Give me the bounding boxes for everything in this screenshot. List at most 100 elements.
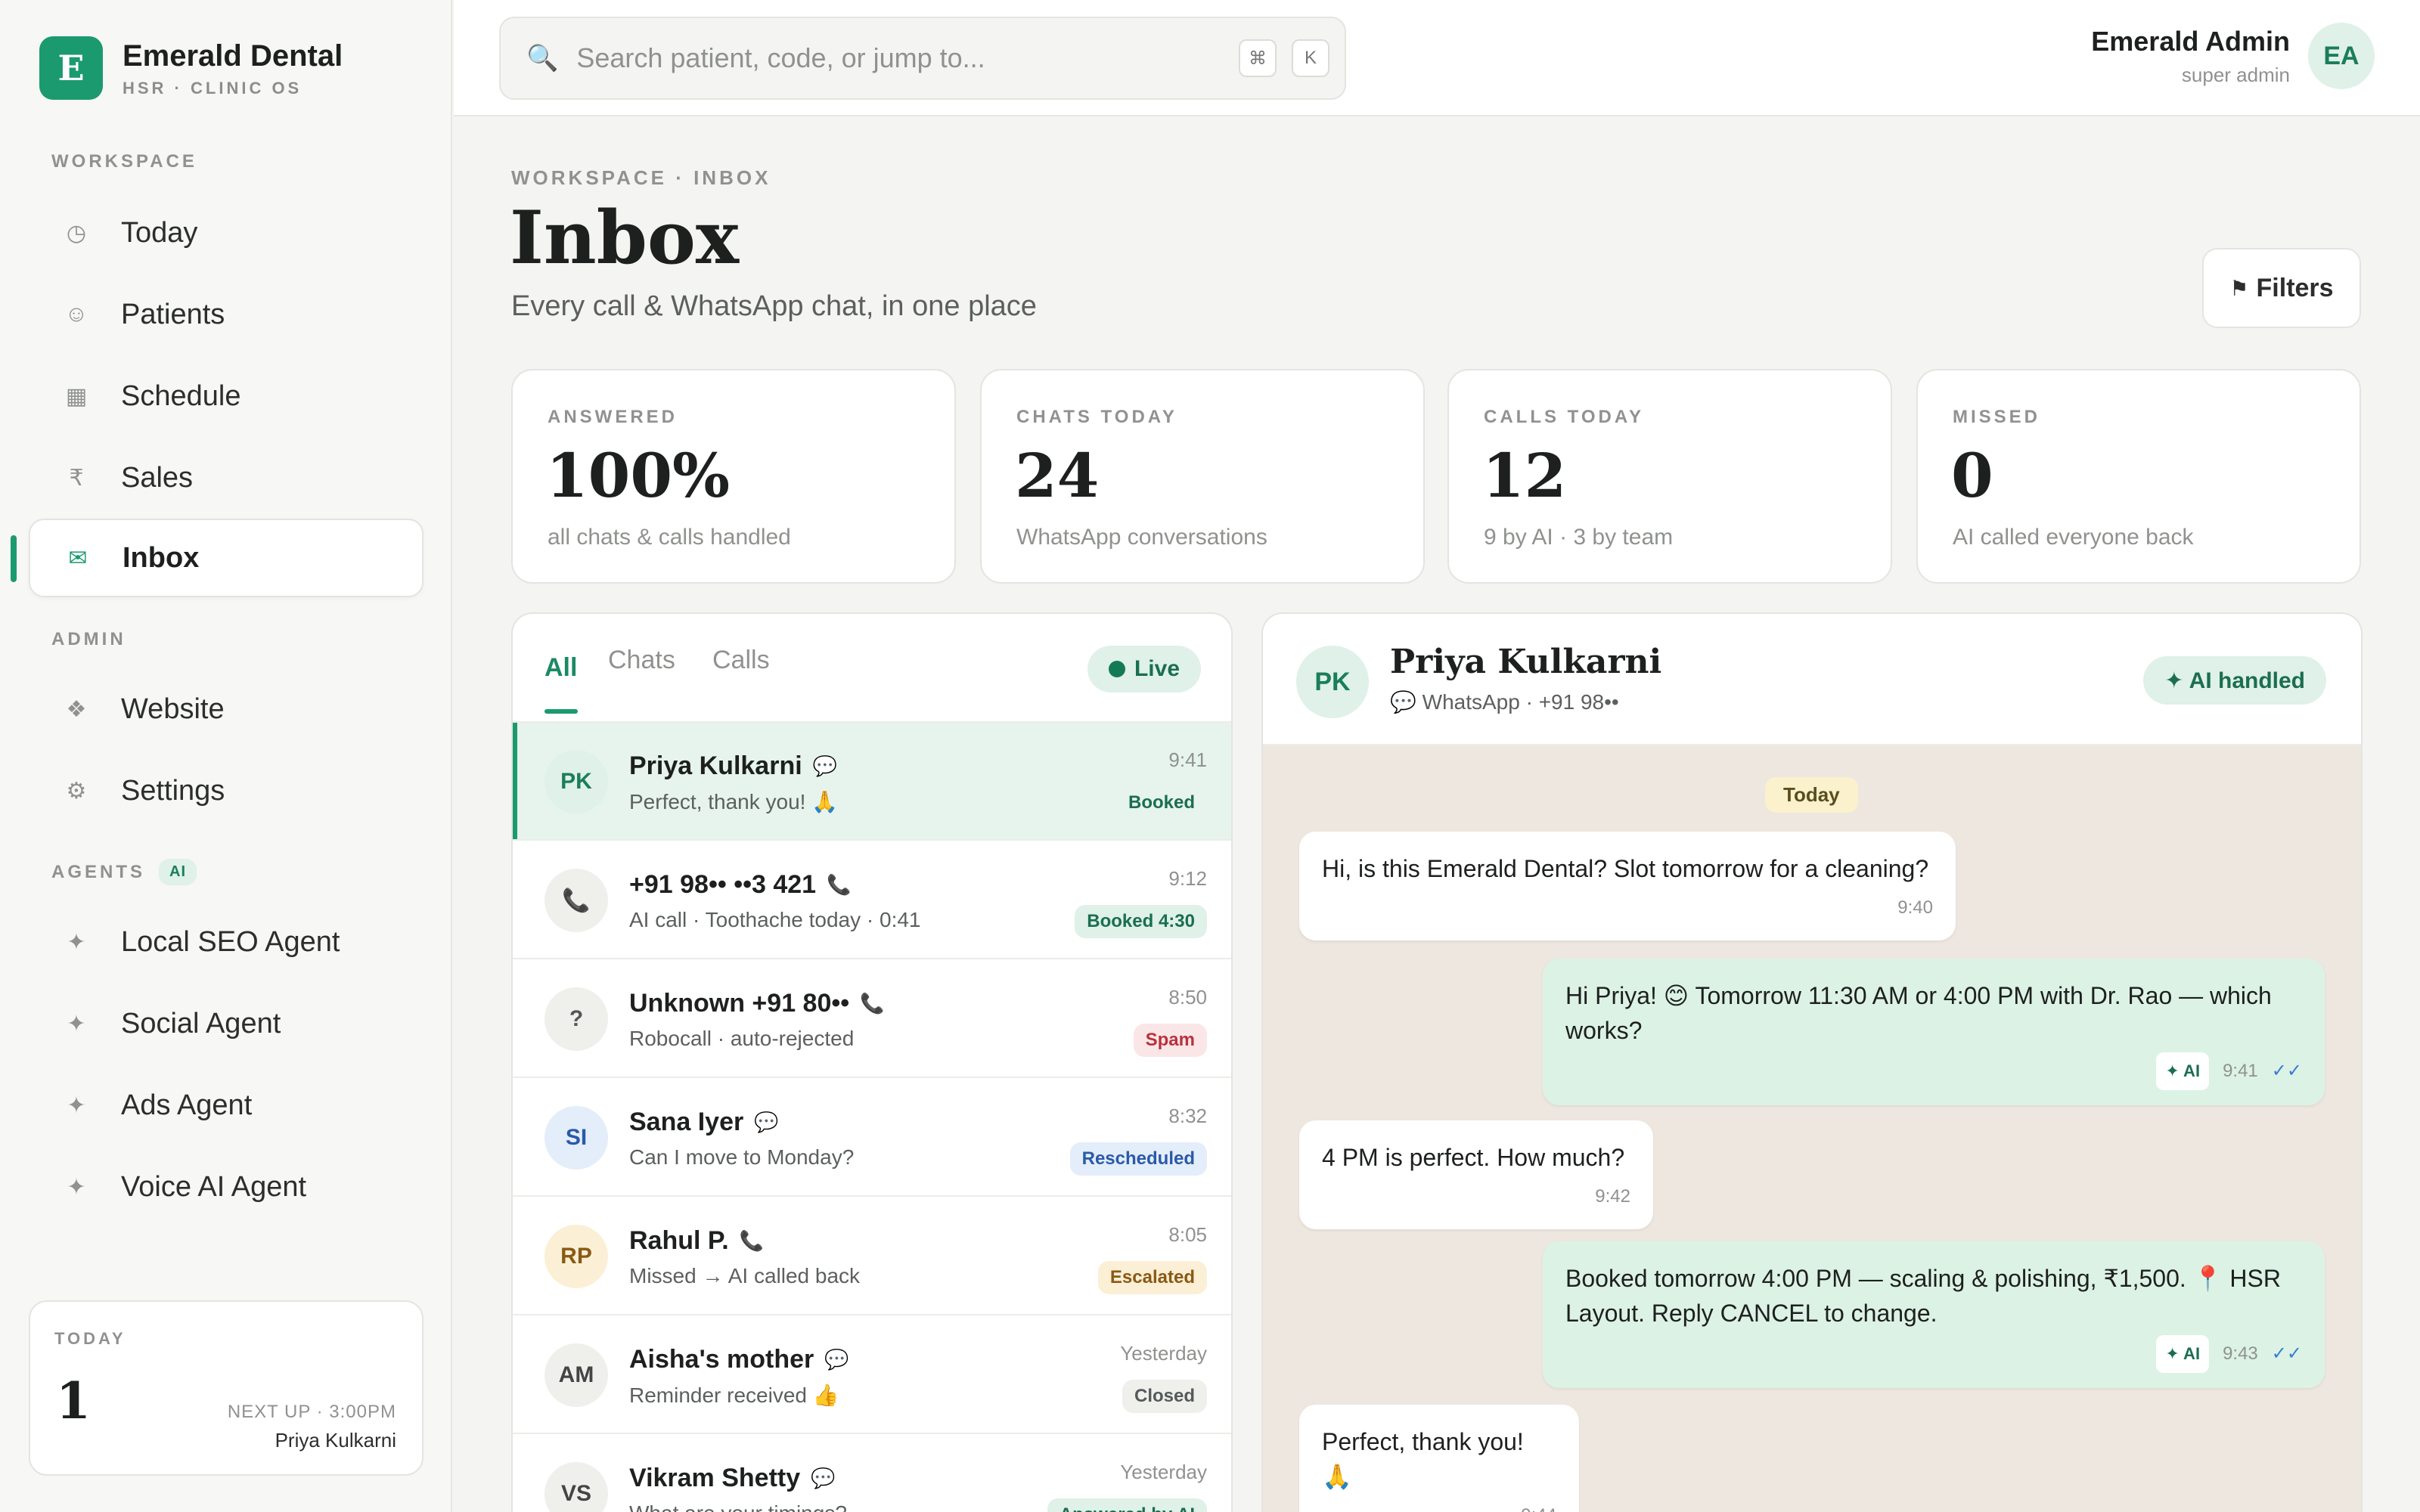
section-label-agents: AGENTS AI [51, 859, 197, 885]
avatar: PK [1296, 646, 1369, 718]
list-item[interactable]: SI Sana Iyer 💬 Can I move to Monday? 8:32 Res… [513, 1079, 1231, 1197]
sidebar-item-sales[interactable]: ₹ Sales [29, 438, 424, 517]
sidebar-item-ads-agent[interactable]: ✦ Ads Agent [29, 1066, 424, 1145]
list-item[interactable]: 📞 +91 98•• ••3 421 📞 AI call · Toothache to… [513, 841, 1231, 959]
sidebar-item-label: Voice AI Agent [121, 1170, 307, 1203]
stat-card-missed: MISSED 0 AI called everyone back [1916, 369, 2361, 584]
day-divider: Today [1765, 777, 1858, 813]
outgoing-message[interactable]: Hi Priya! 😊 Tomorrow 11:30 AM or 4:00 PM… [1543, 959, 2325, 1105]
message-time: 9:44 [1521, 1498, 1556, 1512]
brand-name: Emerald Dental [123, 39, 343, 73]
contact-name: Unknown +91 80•• 📞 [629, 989, 885, 1018]
status-badge: Rescheduled [1069, 1142, 1207, 1176]
timestamp: Yesterday [1120, 1461, 1207, 1483]
list-item[interactable]: RP Rahul P. 📞 Missed → AI called back 8:05 Es… [513, 1198, 1231, 1315]
contact-name: Aisha's mother 💬 [629, 1345, 849, 1374]
sidebar-item-voice-ai-agent[interactable]: ✦ Voice AI Agent [29, 1148, 424, 1226]
avatar[interactable]: EA [2308, 23, 2375, 89]
timestamp: 8:32 [1168, 1105, 1207, 1127]
conversation-list: All Chats Calls Live PK Priya Kulkarni 💬 Pe… [511, 612, 1233, 1512]
outgoing-message[interactable]: Booked tomorrow 4:00 PM — scaling & poli… [1543, 1241, 2325, 1388]
message-preview: Missed → AI called back [629, 1264, 861, 1287]
sidebar-item-settings[interactable]: ⚙ Settings [29, 751, 424, 830]
active-indicator [11, 535, 17, 582]
user-role: super admin [2181, 63, 2290, 86]
search-bar[interactable]: 🔍 Search patient, code, or jump to... ⌘ … [499, 17, 1346, 100]
stat-label: MISSED [1953, 407, 2041, 427]
incoming-message[interactable]: Hi, is this Emerald Dental? Slot tomorro… [1299, 832, 1956, 940]
sidebar-item-local-seo-agent[interactable]: ✦ Local SEO Agent [29, 903, 424, 981]
stat-label: CALLS TODAY [1484, 407, 1645, 427]
search-input[interactable]: Search patient, code, or jump to... [576, 42, 1239, 74]
stat-card-chats-today: CHATS TODAY 24 WhatsApp conversations [980, 369, 1425, 584]
tab-all[interactable]: All [544, 653, 577, 683]
message-preview: Reminder received 👍 [629, 1383, 839, 1407]
list-item[interactable]: PK Priya Kulkarni 💬 Perfect, thank you! 🙏 9:… [513, 723, 1231, 841]
tab-bar: All Chats Calls Live [513, 614, 1231, 723]
sidebar-item-label: Local SEO Agent [121, 925, 340, 958]
flag-icon: ⚑ [2229, 276, 2249, 300]
incoming-message[interactable]: Perfect, thank you! 🙏 9:44 [1299, 1405, 1579, 1512]
user-name: Emerald Admin [2091, 25, 2290, 57]
message-time: 9:41 [2223, 1061, 2258, 1081]
sidebar-item-inbox[interactable]: ✉ Inbox [29, 519, 424, 597]
chat-bubble-icon: 💬 [824, 1348, 849, 1371]
tab-underline [544, 709, 578, 714]
ai-handled-badge[interactable]: ✦ AI handled [2143, 656, 2326, 705]
timestamp: 8:05 [1168, 1223, 1207, 1246]
live-indicator[interactable]: Live [1087, 646, 1201, 692]
avatar: SI [544, 1106, 608, 1170]
tab-chats[interactable]: Chats [608, 646, 675, 675]
avatar: VS [544, 1462, 608, 1512]
sparkle-icon: ✦ [67, 1092, 86, 1118]
avatar: ? [544, 987, 608, 1051]
brand-logo: E [39, 36, 103, 100]
sparkle-icon: ✦ [67, 1011, 86, 1036]
sidebar-item-schedule[interactable]: ▦ Schedule [29, 357, 424, 435]
sidebar-item-label: Settings [121, 774, 225, 807]
brand[interactable]: E Emerald Dental HSR · CLINIC OS [39, 36, 343, 100]
sidebar-item-label: Social Agent [121, 1007, 281, 1040]
live-label: Live [1134, 656, 1180, 681]
sidebar-item-patients[interactable]: ☺ Patients [29, 275, 424, 354]
phone-icon: 📞 [860, 992, 885, 1015]
clock-icon: ◷ [66, 220, 87, 246]
stat-value: 0 [1951, 440, 1993, 511]
sidebar-item-label: Ads Agent [121, 1089, 253, 1121]
user-menu[interactable]: Emerald Admin super admin EA [2091, 23, 2375, 89]
chat-header: PK Priya Kulkarni 💬 WhatsApp · +91 98•• … [1263, 614, 2361, 745]
selected-indicator [513, 723, 517, 839]
list-item[interactable]: AM Aisha's mother 💬 Reminder received 👍 Yest… [513, 1316, 1231, 1434]
website-icon: ❖ [66, 696, 87, 722]
list-item[interactable]: VS Vikram Shetty 💬 What are your timings? Ye… [513, 1435, 1231, 1512]
message-preview: Can I move to Monday? [629, 1145, 855, 1169]
contact-name: Priya Kulkarni 💬 [629, 751, 837, 781]
today-card-next-name: Priya Kulkarni [275, 1429, 396, 1452]
gear-icon: ⚙ [66, 778, 87, 804]
today-card-label: TODAY [54, 1329, 126, 1348]
sidebar-item-today[interactable]: ◷ Today [29, 194, 424, 272]
ai-badge: AI [159, 859, 197, 885]
tab-calls[interactable]: Calls [712, 646, 770, 675]
today-card[interactable]: TODAY 1 NEXT UP · 3:00PM Priya Kulkarni [29, 1300, 424, 1476]
status-badge: Escalated [1097, 1261, 1207, 1294]
section-label-admin: ADMIN [51, 629, 126, 649]
contact-name-text: Rahul P. [629, 1226, 729, 1255]
list-item[interactable]: ? Unknown +91 80•• 📞 Robocall · auto-reject… [513, 960, 1231, 1078]
page-title: Inbox [510, 195, 740, 280]
message-meta: ✦ AI 9:43 ✓✓ [1565, 1335, 2302, 1373]
avatar: RP [544, 1225, 608, 1288]
avatar: PK [544, 750, 608, 813]
incoming-message[interactable]: 4 PM is perfect. How much? 9:42 [1299, 1120, 1653, 1229]
chat-messages[interactable]: Today Hi, is this Emerald Dental? Slot t… [1263, 745, 2361, 1512]
stat-desc: 9 by AI · 3 by team [1484, 525, 1674, 550]
sidebar-item-website[interactable]: ❖ Website [29, 670, 424, 748]
contact-name: Rahul P. 📞 [629, 1226, 764, 1256]
avatar: AM [544, 1343, 608, 1407]
chat-contact-meta: 💬 WhatsApp · +91 98•• [1390, 690, 1619, 714]
sidebar-item-social-agent[interactable]: ✦ Social Agent [29, 984, 424, 1063]
envelope-icon: ✉ [68, 545, 88, 571]
message-time: 9:43 [2223, 1343, 2258, 1364]
filters-button[interactable]: ⚑ Filters [2202, 248, 2361, 328]
breadcrumb: WORKSPACE · INBOX [511, 166, 771, 189]
